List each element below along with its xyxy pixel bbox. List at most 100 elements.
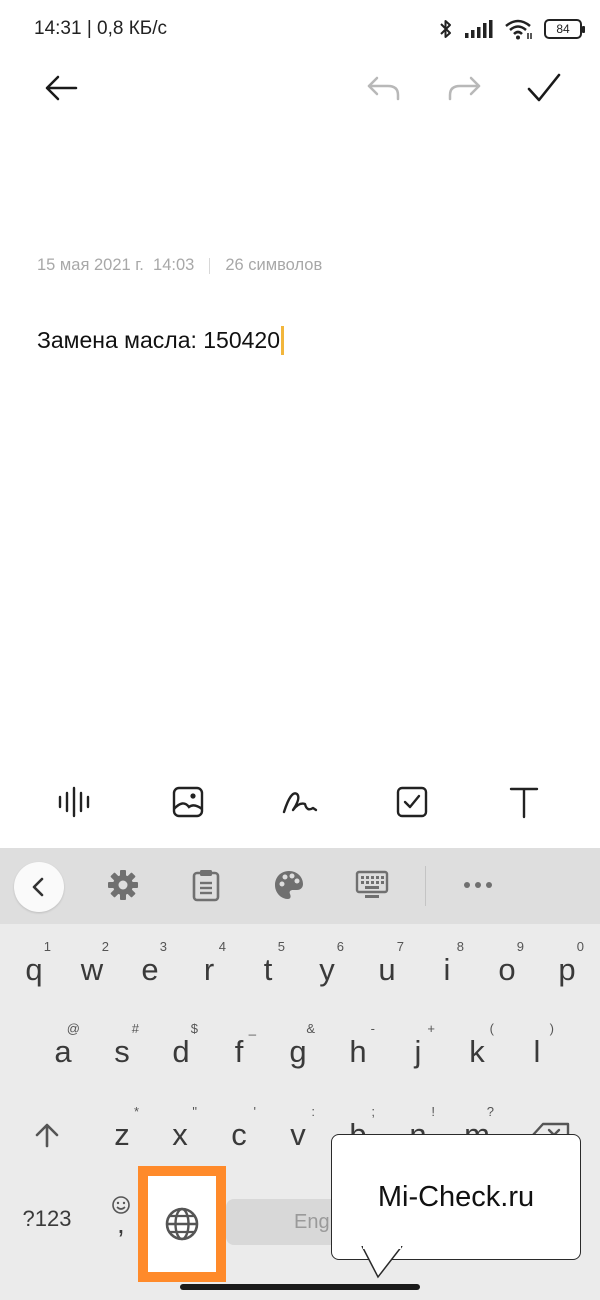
key-a[interactable]: a @ [34, 1017, 92, 1087]
audio-button[interactable] [49, 775, 103, 829]
key-hint: $ [190, 1021, 198, 1036]
insert-image-button[interactable] [161, 775, 215, 829]
key-label: u [378, 952, 396, 987]
key-o[interactable]: o9 [478, 935, 536, 1005]
callout-tail [361, 1246, 403, 1279]
key-h[interactable]: h- [329, 1017, 387, 1087]
key-hint: * [133, 1104, 139, 1119]
key-y[interactable]: y6 [298, 935, 356, 1005]
handwriting-icon [282, 792, 318, 814]
watermark-text: Mi-Check.ru [377, 1180, 535, 1213]
key-r[interactable]: r4 [180, 935, 238, 1005]
key-i[interactable]: i8 [418, 935, 476, 1005]
key-label: d [172, 1034, 190, 1069]
key-hint: 1 [43, 939, 51, 954]
collapse-keyboard-button[interactable] [14, 862, 64, 912]
key-v[interactable]: v: [269, 1100, 327, 1170]
key-g[interactable]: g & [269, 1017, 327, 1087]
keyboard-layout-button[interactable] [347, 860, 397, 910]
key-p[interactable]: p0 [538, 935, 596, 1005]
key-hint: 2 [101, 939, 109, 954]
key-hint: ( [489, 1021, 494, 1036]
key-label: i [443, 952, 451, 987]
wifi-icon [505, 19, 532, 40]
keyboard-settings-button[interactable] [98, 860, 148, 910]
text-format-button[interactable] [497, 775, 551, 829]
meta-divider [209, 257, 211, 274]
key-hint: ! [431, 1104, 435, 1119]
symbols-key[interactable]: ?123 [10, 1184, 84, 1254]
key-e[interactable]: e3 [121, 935, 179, 1005]
key-s[interactable]: s # [93, 1017, 151, 1087]
key-label: c [231, 1117, 247, 1152]
key-hint: ) [549, 1021, 554, 1036]
redo-icon [448, 76, 481, 101]
key-l[interactable]: l) [508, 1017, 566, 1087]
signal-icon [465, 20, 493, 38]
note-meta: 15 мая 2021 г. 14:03 26 символов [37, 256, 322, 275]
handwriting-button[interactable] [273, 775, 327, 829]
home-indicator [180, 1284, 420, 1290]
image-icon [172, 786, 204, 818]
redo-button[interactable] [440, 64, 488, 112]
key-label: k [469, 1034, 485, 1069]
key-hint: ' [253, 1104, 256, 1119]
key-j[interactable]: j + [389, 1017, 447, 1087]
key-z[interactable]: z * [93, 1100, 151, 1170]
key-c[interactable]: c ' [210, 1100, 268, 1170]
undo-button[interactable] [360, 64, 408, 112]
status-time: 14:31 | 0,8 КБ/с [34, 18, 168, 39]
key-k[interactable]: k( [448, 1017, 506, 1087]
key-hint: 5 [277, 939, 285, 954]
key-label: a [54, 1034, 72, 1069]
undo-icon [367, 76, 400, 101]
key-label: g [289, 1034, 307, 1069]
more-icon [464, 882, 492, 888]
checkmark-icon [527, 73, 561, 102]
space-label: Eng [294, 1210, 330, 1233]
key-label: q [25, 952, 43, 987]
status-icons: 84 [438, 16, 585, 42]
clipboard-icon [192, 870, 220, 902]
key-hint: @ [66, 1021, 80, 1036]
theme-button[interactable] [264, 860, 314, 910]
shift-key[interactable] [18, 1100, 76, 1170]
key-u[interactable]: u7 [358, 935, 416, 1005]
key-q[interactable]: q1 [5, 935, 63, 1005]
shift-arrow-icon [35, 1123, 59, 1148]
key-x[interactable]: x " [151, 1100, 209, 1170]
watermark-callout: Mi-Check.ru [331, 1134, 581, 1260]
note-text[interactable]: Замена масла: 150420 [37, 327, 280, 354]
key-label: j [414, 1034, 422, 1069]
back-button[interactable] [37, 64, 85, 112]
language-switch-key[interactable] [148, 1176, 216, 1272]
key-label: p [558, 952, 576, 987]
chevron-left-icon [32, 877, 44, 897]
key-hint: # [131, 1021, 139, 1036]
toolbar-divider [425, 866, 426, 906]
key-label: o [498, 952, 516, 987]
bluetooth-icon [440, 20, 451, 38]
clipboard-button[interactable] [181, 860, 231, 910]
key-w[interactable]: w2 [63, 935, 121, 1005]
key-hint: 4 [218, 939, 226, 954]
settings-icon [108, 870, 138, 900]
key-hint: ? [486, 1104, 494, 1119]
key-label: z [114, 1117, 130, 1152]
note-char-count: 26 символов [225, 256, 323, 274]
key-f[interactable]: f _ [210, 1017, 268, 1087]
key-hint: 9 [516, 939, 524, 954]
palette-icon [275, 871, 303, 899]
done-button[interactable] [520, 64, 568, 112]
key-hint: 7 [396, 939, 404, 954]
keyboard-icon [355, 870, 389, 898]
checklist-button[interactable] [385, 775, 439, 829]
key-t[interactable]: t5 [239, 935, 297, 1005]
arrow-left-icon [45, 75, 78, 101]
more-options-button[interactable] [453, 860, 503, 910]
key-d[interactable]: d $ [152, 1017, 210, 1087]
key-label: y [319, 952, 335, 987]
note-date: 15 мая 2021 г. 14:03 [37, 256, 195, 274]
note-editor[interactable]: Замена масла: 150420 [37, 326, 285, 355]
comma-label: , [117, 1208, 125, 1239]
